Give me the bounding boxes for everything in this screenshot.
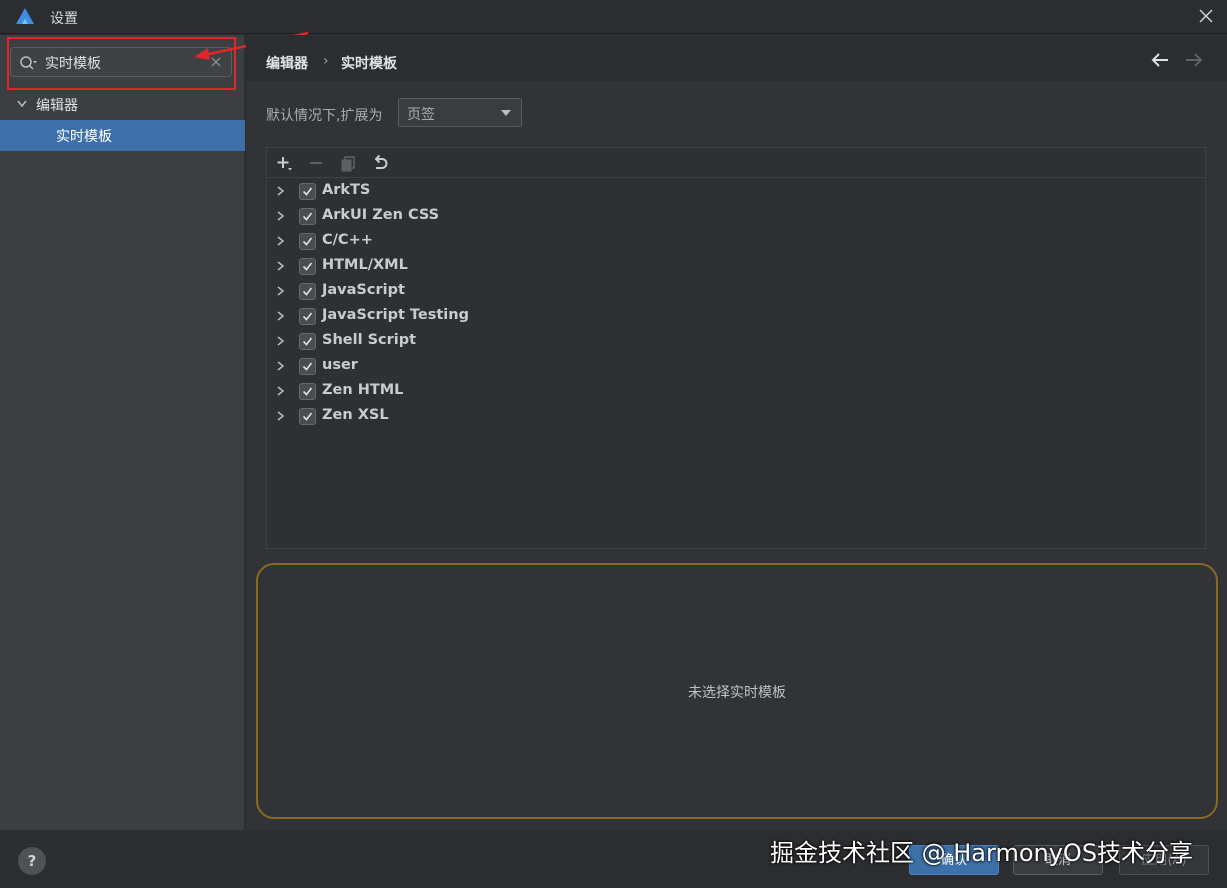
close-icon[interactable] xyxy=(1197,7,1215,25)
help-button[interactable]: ? xyxy=(18,847,46,875)
template-group-row[interactable]: C/C++ xyxy=(267,229,1205,254)
template-group-row[interactable]: user xyxy=(267,354,1205,379)
breadcrumb-current: 实时模板 xyxy=(341,56,397,72)
template-group-row[interactable]: ArkUI Zen CSS xyxy=(267,204,1205,229)
app-logo-icon xyxy=(16,8,34,24)
window-title: 设置 xyxy=(50,11,78,27)
template-group-row[interactable]: ArkTS xyxy=(267,179,1205,204)
chevron-right-icon[interactable] xyxy=(275,285,285,297)
group-checkbox[interactable] xyxy=(299,183,316,200)
group-checkbox[interactable] xyxy=(299,358,316,375)
check-icon xyxy=(302,237,313,246)
template-group-name: JavaScript xyxy=(322,282,405,298)
group-checkbox[interactable] xyxy=(299,408,316,425)
check-icon xyxy=(302,262,313,271)
back-arrow-icon[interactable] xyxy=(1150,52,1170,68)
search-input[interactable] xyxy=(45,52,205,74)
check-icon xyxy=(302,212,313,221)
title-bar: 设置 xyxy=(0,0,1227,34)
chevron-right-icon[interactable] xyxy=(275,260,285,272)
group-checkbox[interactable] xyxy=(299,208,316,225)
search-box[interactable] xyxy=(10,47,232,77)
group-checkbox[interactable] xyxy=(299,308,316,325)
template-group-row[interactable]: JavaScript Testing xyxy=(267,304,1205,329)
group-checkbox[interactable] xyxy=(299,333,316,350)
dropdown-arrow-icon xyxy=(501,110,511,116)
chevron-right-icon[interactable] xyxy=(275,360,285,372)
group-checkbox[interactable] xyxy=(299,283,316,300)
expand-with-label: 默认情况下,扩展为 xyxy=(266,108,383,124)
tree-item-editor[interactable]: 编辑器 xyxy=(0,91,245,119)
search-icon[interactable] xyxy=(19,55,37,71)
check-icon xyxy=(302,312,313,321)
chevron-right-icon[interactable] xyxy=(275,210,285,222)
check-icon xyxy=(302,337,313,346)
template-group-row[interactable]: Zen HTML xyxy=(267,379,1205,404)
remove-icon[interactable] xyxy=(307,154,325,172)
empty-selection-message: 未选择实时模板 xyxy=(688,685,786,701)
tree-item-live-templates[interactable]: 实时模板 xyxy=(0,120,245,151)
templates-toolbar xyxy=(267,148,1205,178)
template-group-name: user xyxy=(322,357,358,373)
template-group-name: HTML/XML xyxy=(322,257,408,273)
template-group-name: Zen HTML xyxy=(322,382,404,398)
chevron-right-icon[interactable] xyxy=(275,335,285,347)
template-detail-panel: 未选择实时模板 xyxy=(256,563,1218,819)
template-group-row[interactable]: Shell Script xyxy=(267,329,1205,354)
copy-icon[interactable] xyxy=(339,154,357,172)
check-icon xyxy=(302,362,313,371)
main-panel: 编辑器 › 实时模板 默认情况下,扩展为 页签 ArkTS ArkUI Zen … xyxy=(246,35,1227,830)
template-group-name: JavaScript Testing xyxy=(322,307,469,323)
clear-search-icon[interactable] xyxy=(209,55,223,69)
template-group-name: ArkTS xyxy=(322,182,371,198)
template-group-row[interactable]: JavaScript xyxy=(267,279,1205,304)
expand-with-value: 页签 xyxy=(407,107,435,123)
chevron-right-icon[interactable] xyxy=(275,235,285,247)
add-icon[interactable] xyxy=(275,154,293,172)
tree-item-label: 编辑器 xyxy=(36,98,78,114)
template-group-name: Shell Script xyxy=(322,332,417,348)
check-icon xyxy=(302,412,313,421)
breadcrumb: 编辑器 › 实时模板 xyxy=(246,35,1227,81)
chevron-right-icon[interactable] xyxy=(275,410,285,422)
chevron-right-icon[interactable] xyxy=(275,310,285,322)
expand-with-select[interactable]: 页签 xyxy=(398,98,522,127)
chevron-right-icon[interactable] xyxy=(275,185,285,197)
undo-icon[interactable] xyxy=(371,154,389,172)
chevron-right-icon[interactable] xyxy=(275,385,285,397)
group-checkbox[interactable] xyxy=(299,258,316,275)
template-group-name: ArkUI Zen CSS xyxy=(322,207,440,223)
breadcrumb-parent[interactable]: 编辑器 xyxy=(266,53,308,73)
templates-panel: ArkTS ArkUI Zen CSS C/C++ HTML/XML JavaScrip… xyxy=(266,147,1206,549)
watermark-text: 掘金技术社区 @ HarmonyOS技术分享 xyxy=(770,839,1194,867)
template-group-name: Zen XSL xyxy=(322,407,389,423)
chevron-down-icon[interactable] xyxy=(16,99,28,109)
check-icon xyxy=(302,187,313,196)
settings-sidebar: 编辑器 实时模板 xyxy=(0,35,245,830)
template-group-name: C/C++ xyxy=(322,232,373,248)
breadcrumb-separator: › xyxy=(323,53,329,69)
forward-arrow-icon[interactable] xyxy=(1184,52,1204,68)
tree-item-label: 实时模板 xyxy=(56,129,112,145)
group-checkbox[interactable] xyxy=(299,233,316,250)
template-group-row[interactable]: HTML/XML xyxy=(267,254,1205,279)
live-templates-content: 默认情况下,扩展为 页签 ArkTS ArkUI Zen CSS C/C++ H… xyxy=(246,81,1227,830)
check-icon xyxy=(302,387,313,396)
check-icon xyxy=(302,287,313,296)
template-group-row[interactable]: Zen XSL xyxy=(267,404,1205,429)
group-checkbox[interactable] xyxy=(299,383,316,400)
